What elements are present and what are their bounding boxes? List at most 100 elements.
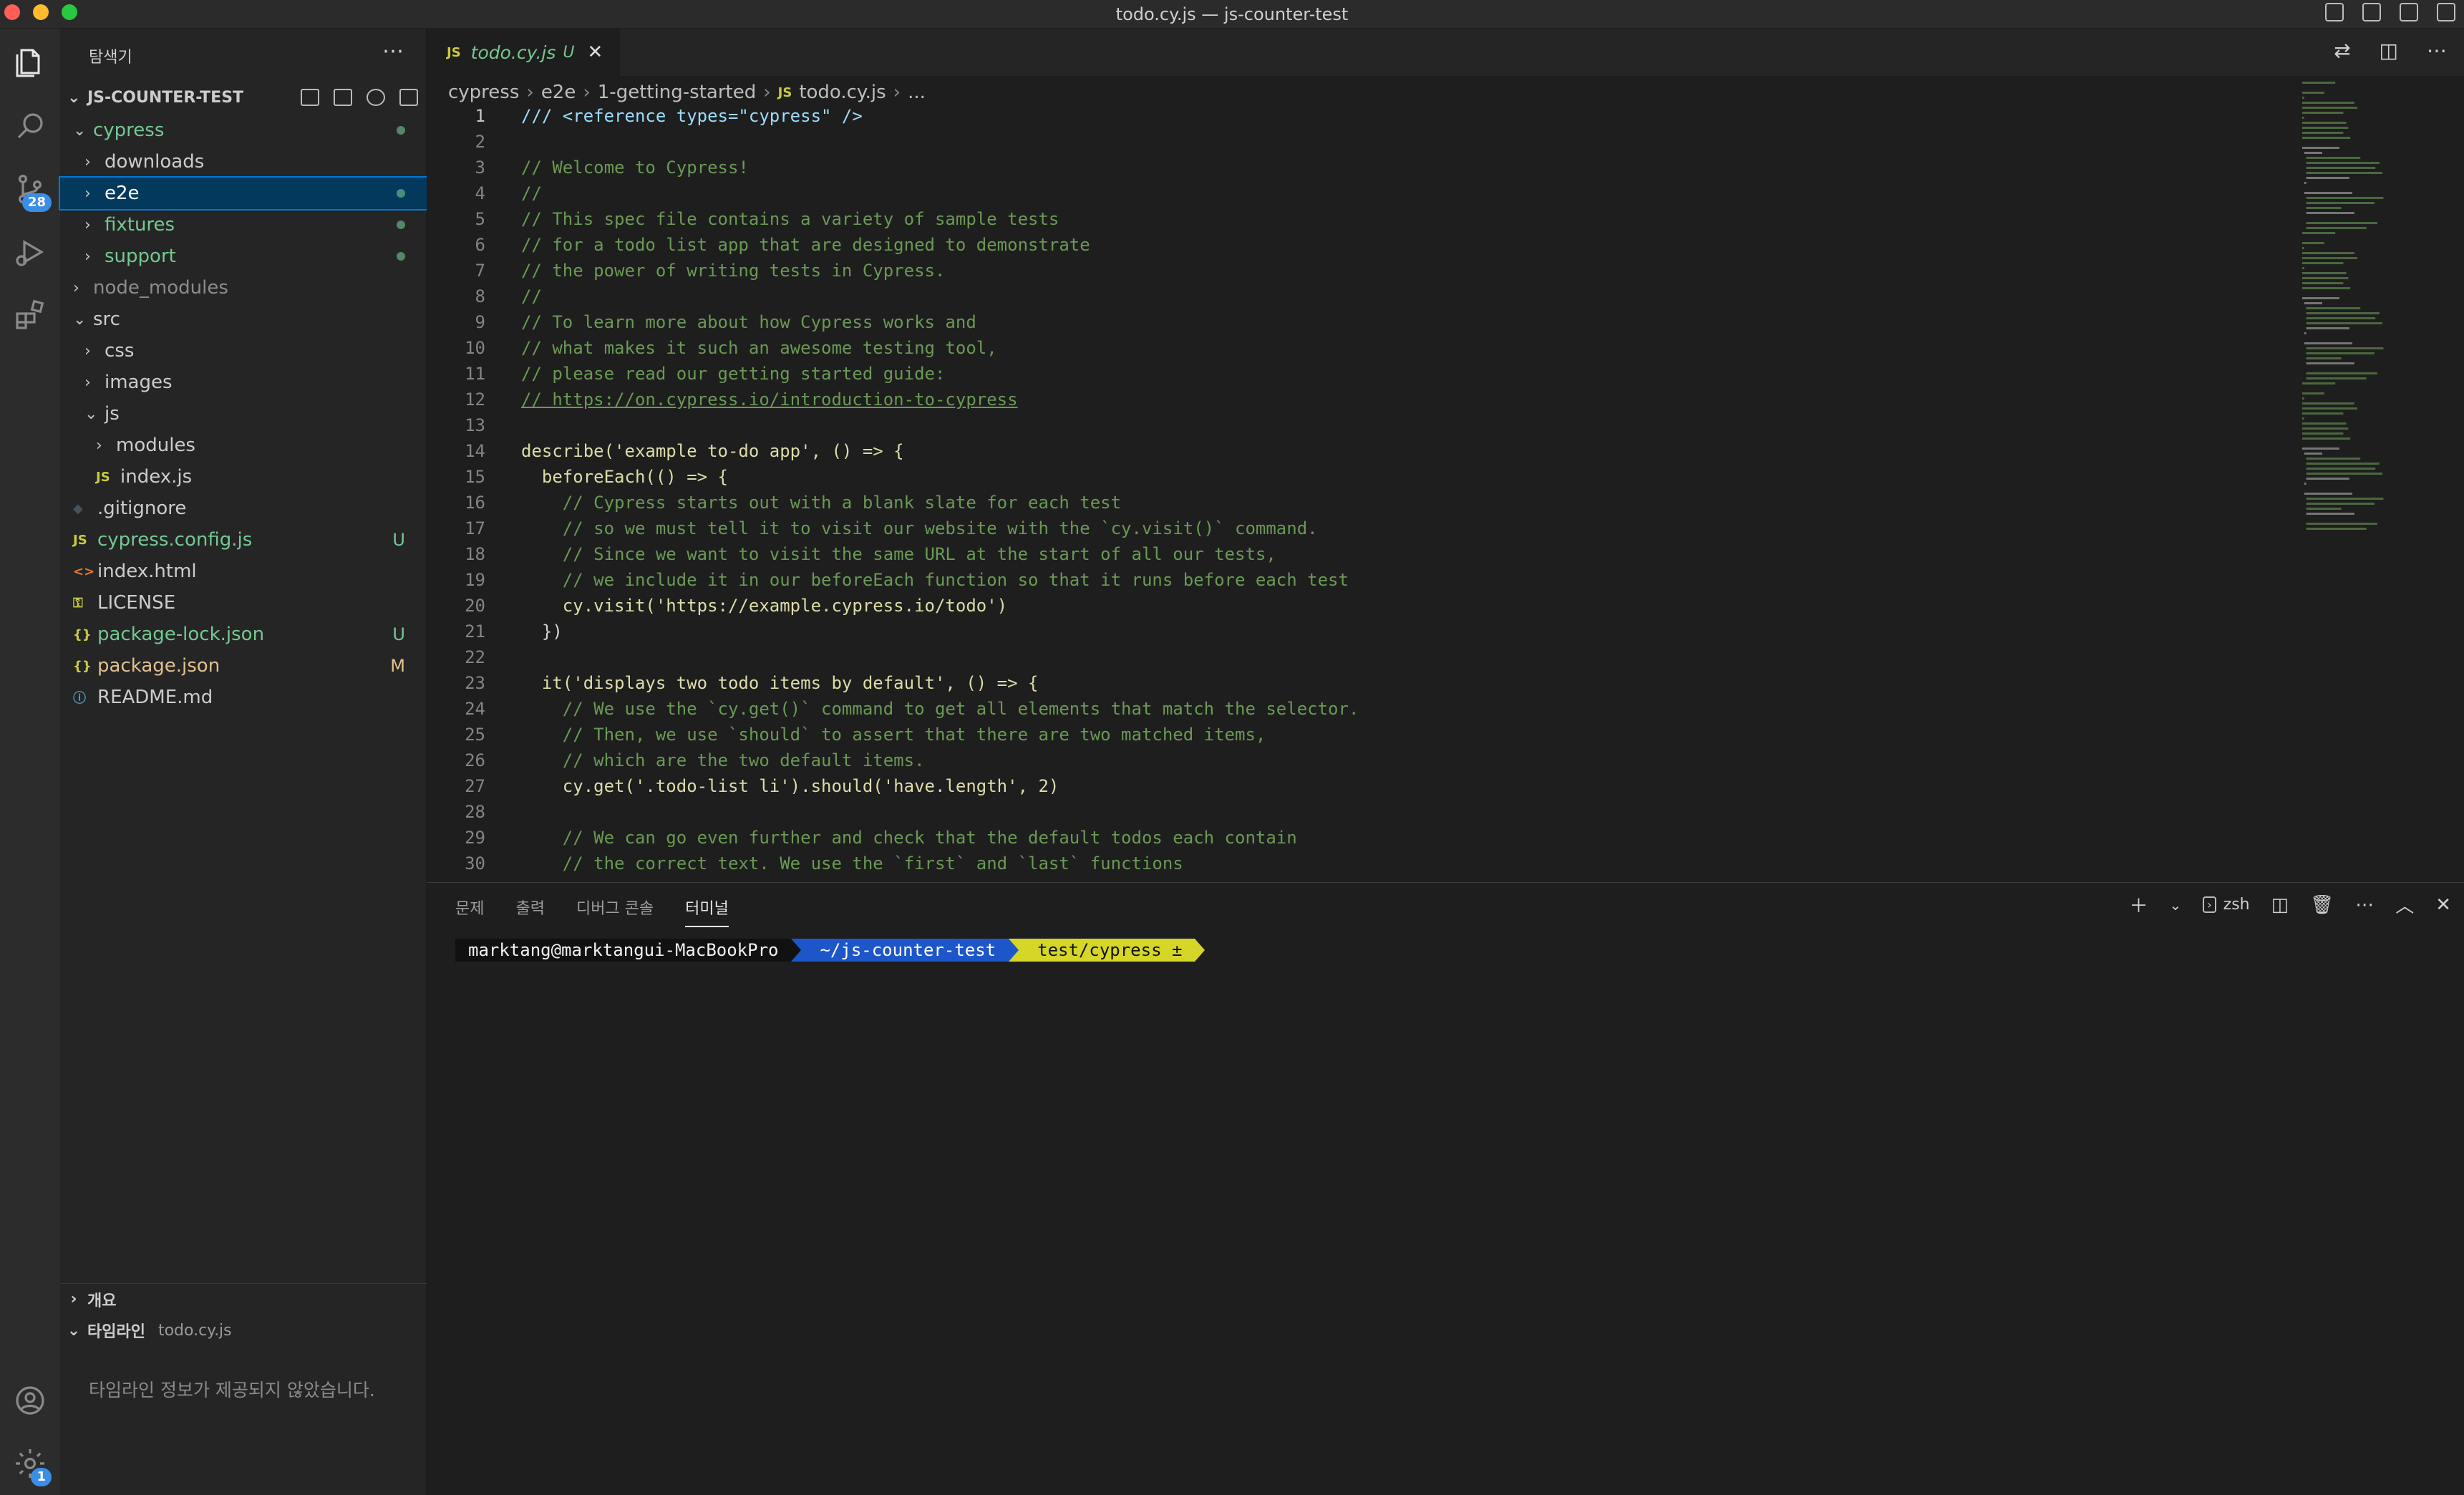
close-window-button[interactable] (4, 4, 20, 20)
tree-item-css[interactable]: › css (60, 335, 427, 367)
sidebar-more-icon[interactable]: ⋯ (382, 39, 404, 64)
code-line[interactable]: 3 // Welcome to Cypress! (427, 155, 2288, 180)
customize-layout-icon[interactable] (2437, 3, 2455, 21)
settings-gear-icon[interactable]: 1 (10, 1443, 52, 1486)
tree-item-readme-md[interactable]: ⓘ README.md (60, 682, 427, 713)
terminal-shell-name[interactable]: zsh (2223, 896, 2250, 914)
code-line[interactable]: 16 // Cypress starts out with a blank sl… (427, 490, 2288, 516)
code-line[interactable]: 21 }) (427, 619, 2288, 644)
project-header[interactable]: ⌄ JS-COUNTER-TEST (60, 83, 427, 112)
code-line[interactable]: 17 // so we must tell it to visit our we… (427, 516, 2288, 541)
accounts-icon[interactable] (10, 1380, 50, 1421)
explorer-icon[interactable] (10, 43, 50, 83)
code-line[interactable]: 11 // please read our getting started gui… (427, 361, 2288, 387)
code-line[interactable]: 28 (427, 799, 2288, 825)
editor-more-icon[interactable]: ⋯ (2427, 39, 2447, 62)
code-line[interactable]: 15 beforeEach(() => { (427, 464, 2288, 490)
code-line[interactable]: 9 // To learn more about how Cypress work… (427, 309, 2288, 335)
code-line[interactable]: 5 // This spec file contains a variety of… (427, 206, 2288, 232)
code-line[interactable]: 29 // We can go even further and check t… (427, 825, 2288, 851)
code-line[interactable]: 22 (427, 644, 2288, 670)
tree-item-gitignore[interactable]: ◆ .gitignore (60, 493, 427, 524)
tree-item-images[interactable]: › images (60, 367, 427, 398)
collapse-all-icon[interactable] (399, 89, 418, 106)
line-number: 27 (465, 776, 485, 796)
tree-item-index-js[interactable]: JS index.js (60, 461, 427, 493)
close-icon[interactable]: ✕ (588, 42, 603, 63)
code-line[interactable]: 6 // for a todo list app that are designe… (427, 232, 2288, 258)
minimap[interactable] (2299, 79, 2443, 551)
code-line[interactable]: 7 // the power of writing tests in Cypres… (427, 258, 2288, 284)
panel-more-icon[interactable]: ⋯ (2355, 894, 2374, 916)
code-line[interactable]: 1 /// <reference types="cypress" /> (427, 103, 2288, 129)
outline-section[interactable]: › 개요 (60, 1283, 427, 1315)
tab-output[interactable]: 출력 (515, 896, 544, 927)
tab-debug-console[interactable]: 디버그 콘솔 (576, 896, 654, 927)
kill-terminal-icon[interactable]: 🗑 (2310, 894, 2334, 916)
run-debug-icon[interactable] (10, 232, 50, 272)
code-line[interactable]: 13 (427, 412, 2288, 438)
open-changes-icon[interactable]: ⇄ (2334, 39, 2350, 62)
breadcrumb-item[interactable]: 1-getting-started (598, 82, 756, 103)
new-terminal-icon[interactable]: ＋ (2129, 891, 2148, 918)
code-line[interactable]: 27 cy.get('.todo-list li').should('have.… (427, 773, 2288, 799)
code-line[interactable]: 26 // which are the two default items. (427, 748, 2288, 773)
tree-item-package-lock-json[interactable]: {} package-lock.json U (60, 619, 427, 650)
code-line[interactable]: 4 // (427, 180, 2288, 206)
tab-terminal[interactable]: 터미널 (685, 896, 729, 927)
new-folder-icon[interactable] (334, 89, 352, 106)
tree-item-cypress-config-js[interactable]: JS cypress.config.js U (60, 524, 427, 556)
split-editor-icon[interactable]: ◫ (2380, 39, 2398, 62)
code-line[interactable]: 20 cy.visit('https://example.cypress.io/… (427, 593, 2288, 619)
toggle-primary-sidebar-icon[interactable] (2325, 3, 2344, 21)
tree-item-license[interactable]: ⚿ LICENSE (60, 587, 427, 619)
zoom-window-button[interactable] (62, 4, 77, 20)
tree-item-modules[interactable]: › modules (60, 430, 427, 461)
tree-item-support[interactable]: › support (60, 241, 427, 272)
code-line[interactable]: 10 // what makes it such an awesome testi… (427, 335, 2288, 361)
extensions-icon[interactable] (10, 295, 50, 335)
prompt-separator (1009, 939, 1019, 962)
code-line[interactable]: 23 it('displays two todo items by defaul… (427, 670, 2288, 696)
code-line[interactable]: 19 // we include it in our beforeEach fu… (427, 567, 2288, 593)
tab-problems[interactable]: 문제 (455, 896, 484, 927)
breadcrumb-item[interactable]: cypress (448, 82, 519, 103)
minimap-line (2302, 267, 2304, 269)
toggle-panel-icon[interactable] (2362, 3, 2381, 21)
maximize-panel-icon[interactable]: ︿ (2395, 891, 2414, 918)
code-line[interactable]: 18 // Since we want to visit the same UR… (427, 541, 2288, 567)
code-line[interactable]: 14 describe('example to-do app', () => { (427, 438, 2288, 464)
toggle-secondary-sidebar-icon[interactable] (2400, 3, 2418, 21)
breadcrumb-item[interactable]: todo.cy.js (799, 82, 886, 103)
search-icon[interactable] (10, 106, 50, 146)
tree-item-e2e[interactable]: › e2e (59, 176, 428, 211)
code-line[interactable]: 12 // https://on.cypress.io/introduction-… (427, 387, 2288, 412)
tree-item-package-json[interactable]: {} package.json M (60, 650, 427, 682)
breadcrumb-item[interactable]: ... (908, 82, 926, 103)
tree-item-cypress[interactable]: ⌄ cypress (60, 115, 427, 146)
split-terminal-icon[interactable]: ◫ (2271, 894, 2289, 916)
tree-item-index-html[interactable]: <> index.html (60, 556, 427, 587)
breadcrumb-item[interactable]: e2e (541, 82, 576, 103)
timeline-section[interactable]: ⌄ 타임라인 todo.cy.js (60, 1315, 427, 1346)
new-file-icon[interactable] (301, 89, 319, 106)
source-control-icon[interactable]: 28 (10, 169, 52, 212)
tree-item-node-modules[interactable]: › node_modules (60, 272, 427, 304)
code-line[interactable]: 30 // the correct text. We use the `firs… (427, 851, 2288, 876)
tree-item-fixtures[interactable]: › fixtures (60, 209, 427, 241)
code-text: // https://on.cypress.io/introduction-to… (521, 390, 1018, 410)
code-line[interactable]: 2 (427, 129, 2288, 155)
tree-item-label: README.md (97, 687, 213, 708)
tree-item-downloads[interactable]: › downloads (60, 146, 427, 178)
code-line[interactable]: 24 // We use the `cy.get()` command to g… (427, 696, 2288, 722)
tree-item-src[interactable]: ⌄ src (60, 304, 427, 335)
tree-item-js[interactable]: ⌄ js (60, 398, 427, 430)
terminal-prompt[interactable]: marktang@marktangui-MacBookPro ~/js-coun… (455, 939, 1206, 962)
refresh-icon[interactable] (367, 89, 385, 106)
code-line[interactable]: 8 // (427, 284, 2288, 309)
code-line[interactable]: 25 // Then, we use `should` to assert th… (427, 722, 2288, 748)
close-panel-icon[interactable]: ✕ (2435, 894, 2451, 916)
minimize-window-button[interactable] (33, 4, 49, 20)
chevron-down-icon[interactable]: ⌄ (2169, 896, 2181, 914)
tab-todo-cy-js[interactable]: JS todo.cy.js U ✕ (427, 29, 620, 76)
